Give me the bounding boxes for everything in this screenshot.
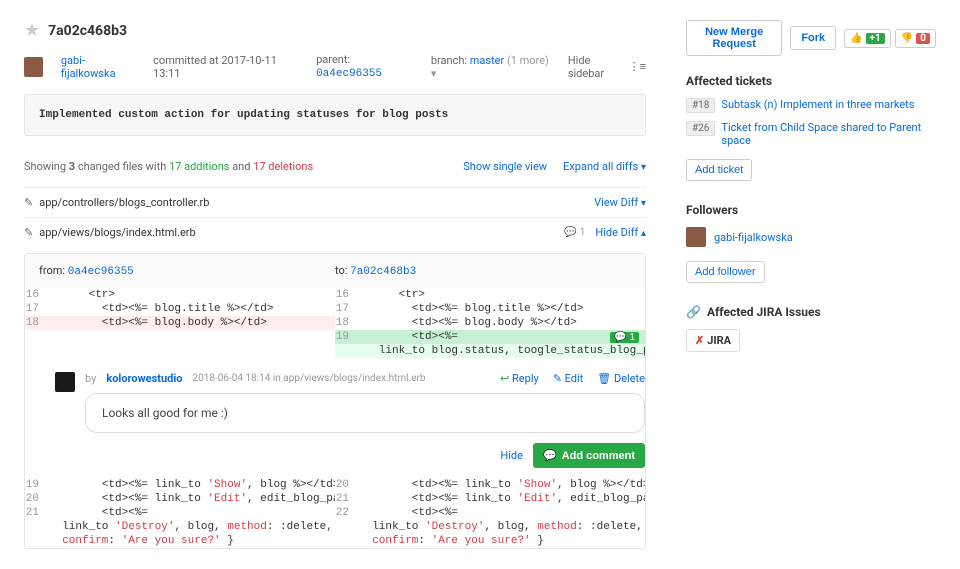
edit-icon: ✎ xyxy=(24,196,33,209)
code-line[interactable]: link_to blog.status, toogle_status_blog_… xyxy=(335,344,645,358)
jira-logo[interactable]: ✗JIRA xyxy=(686,329,740,352)
comment-badge[interactable]: 💬 1 xyxy=(610,332,639,343)
jira-icon: ✗ xyxy=(695,334,704,347)
add-follower-button[interactable]: Add follower xyxy=(686,261,765,283)
code-line[interactable]: link_to 'Destroy', blog, method: :delete… xyxy=(335,520,645,534)
diff-panel: from: 0a4ec96355 to: 7a02c468b3 16 <tr>1… xyxy=(24,253,646,549)
ticket-id[interactable]: #18 xyxy=(686,98,715,113)
commit-title: 7a02c468b3 xyxy=(48,23,127,39)
add-comment-button[interactable]: 💬 Add comment xyxy=(533,443,645,468)
comment-icon: 💬 xyxy=(564,227,576,238)
code-line[interactable]: confirm: 'Are you sure?' } xyxy=(25,534,335,548)
expand-all-diffs[interactable]: Expand all diffs ▾ xyxy=(563,160,646,173)
to-hash[interactable]: 7a02c468b3 xyxy=(350,266,416,278)
code-line[interactable]: link_to 'Destroy', blog, method: :delete… xyxy=(25,520,335,534)
chevron-down-icon: ▾ xyxy=(641,162,646,173)
code-line[interactable]: 18 <td><%= blog.body %></td> xyxy=(25,316,335,330)
avatar xyxy=(24,57,43,77)
code-line[interactable]: 21 <td><%= link_to 'Edit', edit_blog_pat… xyxy=(335,492,645,506)
star-icon[interactable]: ★ xyxy=(24,20,40,41)
avatar xyxy=(55,372,75,392)
code-line[interactable]: 21 <td><%= xyxy=(25,506,335,520)
comment-count: 💬1 xyxy=(564,227,585,238)
hide-sidebar-button[interactable]: Hide sidebar ⋮≡ xyxy=(568,54,646,80)
hide-diff-button[interactable]: Hide Diff ▴ xyxy=(595,226,646,239)
new-merge-request-button[interactable]: New Merge Request xyxy=(686,20,782,56)
affected-tickets-header: Affected tickets xyxy=(686,74,936,88)
fork-button[interactable]: Fork xyxy=(790,26,836,50)
chevron-down-icon: ▾ xyxy=(641,198,646,209)
thumbs-down-icon: 👎 xyxy=(901,33,913,44)
thumbs-up-icon: 👍 xyxy=(850,33,862,44)
show-single-view[interactable]: Show single view xyxy=(463,160,547,173)
comment-text: Looks all good for me :) xyxy=(85,393,645,433)
code-line[interactable]: 19 <td><%=💬 1 xyxy=(335,330,645,344)
comment-meta: 2018-06-04 18:14 in app/views/blogs/inde… xyxy=(192,373,425,384)
comment-icon: 💬 xyxy=(543,449,557,462)
file-row: ✎ app/controllers/blogs_controller.rb Vi… xyxy=(24,187,646,217)
file-path[interactable]: app/controllers/blogs_controller.rb xyxy=(39,196,209,209)
thumbs-down-button[interactable]: 👎 0 xyxy=(895,29,936,48)
branch-link[interactable]: master xyxy=(470,54,504,67)
parent-block: parent: 0a4ec96355 xyxy=(316,53,413,80)
code-line[interactable]: 19 <td><%= link_to 'Show', blog %></td> xyxy=(25,478,335,492)
reply-button[interactable]: ↩ Reply xyxy=(500,372,539,385)
ticket-row: #18 Subtask (n) Implement in three marke… xyxy=(686,98,936,113)
ticket-id[interactable]: #26 xyxy=(686,121,715,136)
more-branches[interactable]: (1 more) xyxy=(507,54,549,67)
file-path[interactable]: app/views/blogs/index.html.erb xyxy=(39,226,195,239)
ticket-row: #26 Ticket from Child Space shared to Pa… xyxy=(686,121,936,147)
code-line[interactable]: 20 <td><%= link_to 'Show', blog %></td> xyxy=(335,478,645,492)
edit-button[interactable]: ✎ Edit xyxy=(553,372,584,385)
jira-header: 🔗 Affected JIRA Issues xyxy=(686,305,936,319)
diff-stats: Showing 3 changed files with 17 addition… xyxy=(24,160,313,173)
link-icon: 🔗 xyxy=(686,305,701,319)
edit-icon: ✎ xyxy=(24,226,33,239)
committed-at: committed at 2017-10-11 13:11 xyxy=(153,54,298,80)
parent-hash[interactable]: 0a4ec96355 xyxy=(316,68,382,80)
code-line[interactable]: confirm: 'Are you sure?' } xyxy=(335,534,645,548)
author-link[interactable]: gabi-fijalkowska xyxy=(61,54,135,80)
file-row: ✎ app/views/blogs/index.html.erb 💬1 Hide… xyxy=(24,217,646,247)
code-line[interactable]: 18 <td><%= blog.body %></td> xyxy=(335,316,645,330)
ticket-link[interactable]: Ticket from Child Space shared to Parent… xyxy=(721,121,936,147)
follower-link[interactable]: gabi-fijalkowska xyxy=(714,231,793,244)
from-hash[interactable]: 0a4ec96355 xyxy=(68,266,134,278)
code-line[interactable]: 20 <td><%= link_to 'Edit', edit_blog_pat… xyxy=(25,492,335,506)
code-line[interactable]: 17 <td><%= blog.title %></td> xyxy=(335,302,645,316)
commit-message: Implemented custom action for updating s… xyxy=(24,94,646,136)
code-line[interactable]: 16 <tr> xyxy=(25,288,335,302)
hide-comments[interactable]: Hide xyxy=(500,449,523,462)
code-line[interactable]: 17 <td><%= blog.title %></td> xyxy=(25,302,335,316)
collapse-icon: ⋮≡ xyxy=(629,60,646,73)
thumbs-up-button[interactable]: 👍 +1 xyxy=(844,29,891,48)
view-diff-button[interactable]: View Diff ▾ xyxy=(594,196,646,209)
followers-header: Followers xyxy=(686,203,936,217)
code-line[interactable]: 22 <td><%= xyxy=(335,506,645,520)
code-line[interactable]: 16 <tr> xyxy=(335,288,645,302)
add-ticket-button[interactable]: Add ticket xyxy=(686,159,752,181)
avatar xyxy=(686,227,706,247)
comment-author[interactable]: kolorowestudio xyxy=(106,372,182,385)
branch-block: branch: master (1 more) ▾ xyxy=(431,54,550,80)
ticket-link[interactable]: Subtask (n) Implement in three markets xyxy=(721,98,914,111)
delete-button[interactable]: 🗑 Delete xyxy=(597,372,645,385)
chevron-up-icon: ▴ xyxy=(641,228,646,239)
